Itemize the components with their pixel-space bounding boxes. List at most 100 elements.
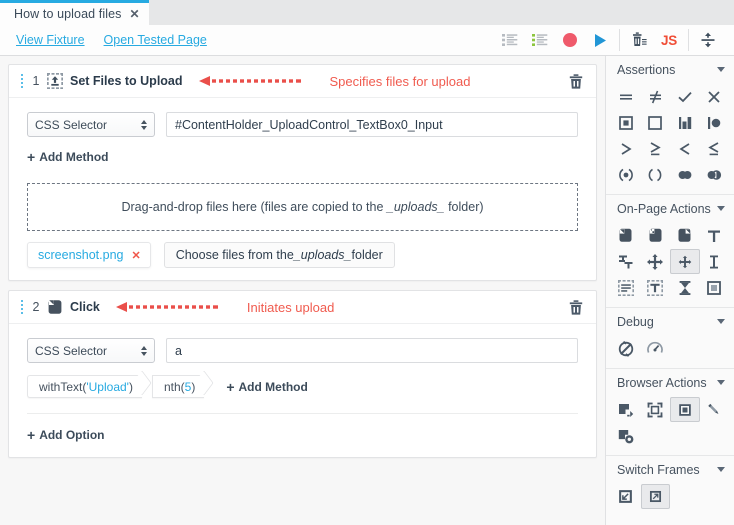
not-ok-icon[interactable] bbox=[700, 84, 730, 109]
ok-icon[interactable] bbox=[670, 84, 700, 109]
selector-type-value: CSS Selector bbox=[35, 117, 108, 132]
contains-icon[interactable] bbox=[611, 110, 641, 135]
double-click-icon[interactable] bbox=[641, 223, 671, 248]
debug-icon[interactable] bbox=[611, 336, 641, 361]
group-assertions-header[interactable]: Assertions bbox=[606, 56, 734, 83]
step-body-1: CSS Selector #ContentHolder_UploadContro… bbox=[9, 98, 596, 280]
chevron-down-icon[interactable] bbox=[717, 467, 725, 472]
run-icon[interactable] bbox=[585, 25, 615, 56]
hover-icon[interactable] bbox=[670, 249, 700, 274]
switch-to-iframe-icon[interactable] bbox=[611, 484, 641, 509]
type-text-icon[interactable] bbox=[700, 223, 730, 248]
choose-files-label: Choose files from the bbox=[175, 248, 294, 262]
gte-icon[interactable] bbox=[641, 136, 671, 161]
method-name: nth( bbox=[163, 379, 185, 394]
eql-icon[interactable] bbox=[611, 84, 641, 109]
file-name-label: screenshot.png bbox=[38, 248, 124, 262]
wait-icon[interactable] bbox=[670, 275, 700, 300]
not-within-icon[interactable] bbox=[641, 162, 671, 187]
method-chip-withtext[interactable]: withText('Upload') bbox=[27, 375, 142, 398]
main-body: 1 Set Files to Upload Specifies files fo… bbox=[0, 56, 734, 525]
selector-value-input-2[interactable]: a bbox=[166, 338, 578, 363]
view-fixture-link[interactable]: View Fixture bbox=[16, 33, 85, 47]
click-icon[interactable] bbox=[611, 223, 641, 248]
drag-icon[interactable] bbox=[611, 249, 641, 274]
debug-icon-grid bbox=[606, 335, 734, 361]
gt-icon[interactable] bbox=[611, 136, 641, 161]
switch-to-main-window-icon[interactable] bbox=[640, 484, 670, 509]
file-chip-screenshot[interactable]: screenshot.png ✕ bbox=[27, 242, 151, 268]
close-icon[interactable]: ✕ bbox=[130, 8, 140, 20]
dropzone-text: Drag-and-drop files here (files are copi… bbox=[121, 200, 484, 214]
add-option-button[interactable]: + Add Option bbox=[27, 428, 105, 442]
drag-handle-icon[interactable] bbox=[17, 73, 27, 89]
step-header-1[interactable]: 1 Set Files to Upload Specifies files fo… bbox=[9, 65, 596, 98]
remove-file-icon[interactable]: ✕ bbox=[131, 249, 140, 262]
add-method-button-1[interactable]: + Add Method bbox=[27, 150, 109, 164]
chevron-down-icon[interactable] bbox=[717, 67, 725, 72]
tab-how-to-upload-files[interactable]: How to upload files ✕ bbox=[0, 0, 149, 25]
group-onpage-actions-header[interactable]: On-Page Actions bbox=[606, 195, 734, 222]
delete-step-icon[interactable] bbox=[566, 70, 586, 92]
step-title: Click bbox=[70, 300, 100, 314]
mouse-click-icon bbox=[44, 299, 66, 315]
resize-to-fit-device-icon[interactable] bbox=[670, 397, 700, 422]
step-number: 2 bbox=[32, 300, 40, 314]
type-of-icon[interactable] bbox=[670, 110, 700, 135]
select-text-icon[interactable] bbox=[700, 249, 730, 274]
within-icon[interactable] bbox=[611, 162, 641, 187]
plus-icon: + bbox=[27, 149, 36, 165]
delete-step-icon[interactable] bbox=[566, 296, 586, 318]
js-code-icon[interactable]: JS bbox=[654, 25, 684, 56]
list-ordered-icon[interactable] bbox=[525, 25, 555, 56]
group-debug-header[interactable]: Debug bbox=[606, 308, 734, 335]
right-click-icon[interactable] bbox=[670, 223, 700, 248]
press-key-icon[interactable] bbox=[700, 275, 730, 300]
delete-test-icon[interactable] bbox=[624, 25, 654, 56]
step-card-2: 2 Click Initiates upload CSS Selector a … bbox=[8, 290, 597, 458]
step-number: 1 bbox=[32, 74, 40, 88]
set-speed-icon[interactable] bbox=[641, 336, 671, 361]
open-tested-page-link[interactable]: Open Tested Page bbox=[104, 33, 207, 47]
step-header-2[interactable]: 2 Click Initiates upload bbox=[9, 291, 596, 324]
add-method-button-2[interactable]: + Add Method bbox=[226, 380, 308, 394]
chevron-down-icon[interactable] bbox=[717, 206, 725, 211]
annotation-2: Initiates upload bbox=[115, 300, 334, 315]
drag-to-element-icon[interactable] bbox=[641, 249, 671, 274]
not-match-icon[interactable] bbox=[700, 162, 730, 187]
toolbar-divider bbox=[619, 29, 620, 51]
selector-type-value: CSS Selector bbox=[35, 343, 108, 358]
maximize-window-icon[interactable] bbox=[641, 397, 671, 422]
lt-icon[interactable] bbox=[670, 136, 700, 161]
not-type-of-icon[interactable] bbox=[700, 110, 730, 135]
drag-handle-icon[interactable] bbox=[17, 299, 27, 315]
chevron-down-icon[interactable] bbox=[717, 319, 725, 324]
not-contains-icon[interactable] bbox=[641, 110, 671, 135]
add-method-label: Add Method bbox=[39, 150, 109, 164]
selector-type-select-2[interactable]: CSS Selector bbox=[27, 338, 155, 363]
method-chip-nth[interactable]: nth(5) bbox=[151, 375, 205, 398]
choose-files-button[interactable]: Choose files from the _uploads_ folder bbox=[163, 242, 395, 268]
chevron-down-icon[interactable] bbox=[717, 380, 725, 385]
group-browser-actions-header[interactable]: Browser Actions bbox=[606, 369, 734, 396]
resize-window-icon[interactable] bbox=[611, 397, 641, 422]
group-title: On-Page Actions bbox=[617, 201, 711, 216]
select-text-area-content-icon[interactable] bbox=[641, 275, 671, 300]
select-editable-content-icon[interactable] bbox=[611, 275, 641, 300]
set-native-dialog-handler-icon[interactable] bbox=[700, 397, 730, 422]
choose-files-folder: _uploads_ bbox=[293, 248, 352, 262]
file-dropzone[interactable]: Drag-and-drop files here (files are copi… bbox=[27, 183, 578, 231]
lte-icon[interactable] bbox=[700, 136, 730, 161]
record-icon[interactable] bbox=[555, 25, 585, 56]
group-switch-frames-header[interactable]: Switch Frames bbox=[606, 456, 734, 483]
match-icon[interactable] bbox=[670, 162, 700, 187]
selector-type-select-1[interactable]: CSS Selector bbox=[27, 112, 155, 137]
selector-value-input-1[interactable]: #ContentHolder_UploadControl_TextBox0_In… bbox=[166, 112, 578, 137]
step-divider bbox=[27, 413, 578, 414]
collapse-all-icon[interactable] bbox=[693, 25, 723, 56]
not-eql-icon[interactable] bbox=[641, 84, 671, 109]
annotation-arrow-icon bbox=[115, 302, 218, 312]
take-screenshot-icon[interactable] bbox=[611, 423, 641, 448]
list-unordered-icon[interactable] bbox=[495, 25, 525, 56]
group-title: Switch Frames bbox=[617, 462, 700, 477]
